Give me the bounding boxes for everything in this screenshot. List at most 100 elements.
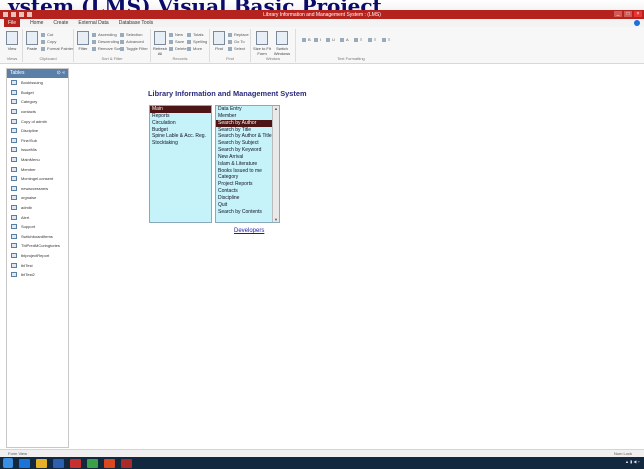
system-tray[interactable]: ▲ ▮ ◀ ⌁ <box>625 459 640 464</box>
nav-item[interactable]: orgnaise <box>7 193 68 203</box>
nav-item[interactable]: newaccessnew <box>7 184 68 194</box>
nav-item[interactable]: tblTest <box>7 260 68 270</box>
filter-button[interactable]: Filter <box>76 31 90 51</box>
list-item[interactable]: Circulation <box>150 120 211 127</box>
nav-item[interactable]: BookIssuing <box>7 78 68 88</box>
powerpoint-taskbar-icon[interactable] <box>104 458 115 468</box>
go-to-button[interactable]: Go To <box>228 39 245 44</box>
list-item[interactable]: Search by Contents <box>216 209 279 216</box>
list-item[interactable]: Books Issued to me <box>216 168 279 175</box>
list-item[interactable]: Islam & Literature <box>216 161 279 168</box>
minimize-button[interactable]: _ <box>614 11 622 17</box>
tab-file[interactable]: File <box>4 19 21 27</box>
switch-windows-button[interactable]: Switch Windows <box>273 31 291 56</box>
tab-home[interactable]: Home <box>30 20 43 26</box>
nav-item[interactable]: Discipline <box>7 126 68 136</box>
list-item[interactable]: Search by Author & Title <box>216 133 279 140</box>
toggle-filter-button[interactable]: Toggle Filter <box>120 46 148 51</box>
select-button[interactable]: Select <box>228 46 245 51</box>
access-taskbar-icon[interactable] <box>121 458 132 468</box>
cut-button[interactable]: Cut <box>41 32 53 37</box>
nav-item[interactable]: Support <box>7 222 68 232</box>
more-button[interactable]: More <box>187 46 202 51</box>
submenu-scrollbar[interactable]: ▲ ▼ <box>272 106 279 222</box>
chrome-taskbar-icon[interactable] <box>87 458 98 468</box>
ascending-button[interactable]: Ascending <box>92 32 117 37</box>
tab-create[interactable]: Create <box>53 20 68 26</box>
refresh-all-button[interactable]: Refresh All <box>153 31 167 56</box>
nav-item[interactable]: contacts <box>7 107 68 117</box>
list-item[interactable]: Discipline <box>216 195 279 202</box>
nav-item[interactable]: Category <box>7 97 68 107</box>
word-taskbar-icon[interactable] <box>53 458 64 468</box>
list-item[interactable]: Main <box>150 106 211 113</box>
replace-button[interactable]: Replace <box>228 32 249 37</box>
nav-item[interactable]: tblTest2 <box>7 270 68 280</box>
list-item[interactable]: Stocktaking <box>150 140 211 147</box>
advanced-button[interactable]: Advanced <box>120 39 144 44</box>
list-item[interactable]: Category <box>216 174 279 181</box>
tab-database-tools[interactable]: Database Tools <box>119 20 153 26</box>
nav-pane-collapse-icon[interactable]: ⊙ « <box>57 69 65 78</box>
list-item[interactable]: Search by Author <box>216 119 279 127</box>
nav-item[interactable]: SwitchboardItems <box>7 232 68 242</box>
nav-item[interactable]: TblPredMCoringtories <box>7 241 68 251</box>
menu-listbox[interactable]: Main Reports Circulation Budget Spine Lable … <box>149 105 212 223</box>
nav-item[interactable]: MainMenu <box>7 155 68 165</box>
nav-item[interactable]: Budget <box>7 88 68 98</box>
format-painter-button[interactable]: Format Painter <box>41 46 73 51</box>
copy-button[interactable]: Copy <box>41 39 56 44</box>
scroll-down-icon[interactable]: ▼ <box>274 217 278 222</box>
list-item[interactable]: Budget <box>150 127 211 134</box>
align-center-button[interactable]: ≡ <box>368 37 376 42</box>
submenu-listbox[interactable]: Data Entry Member Search by Author Search b… <box>215 105 280 223</box>
selection-button[interactable]: Selection <box>120 32 142 37</box>
align-right-button[interactable]: ≡ <box>382 37 390 42</box>
save-record-button[interactable]: Save <box>169 39 184 44</box>
media-taskbar-icon[interactable] <box>70 458 81 468</box>
nav-item[interactable]: Alert <box>7 212 68 222</box>
nav-item[interactable]: IssueMis <box>7 145 68 155</box>
underline-button[interactable]: U <box>326 37 335 42</box>
bold-button[interactable]: B <box>302 37 311 42</box>
list-item[interactable]: Search by Keyword <box>216 147 279 154</box>
delete-record-button[interactable]: Delete <box>169 46 187 51</box>
nav-item[interactable]: admib <box>7 203 68 213</box>
developers-link[interactable]: Developers <box>234 228 264 234</box>
list-item[interactable]: Search by Subject <box>216 140 279 147</box>
explorer-taskbar-icon[interactable] <box>36 458 47 468</box>
nav-item[interactable]: tblprojectReport <box>7 251 68 261</box>
help-icon[interactable] <box>634 20 640 26</box>
list-item[interactable]: New Arrival <box>216 154 279 161</box>
view-button[interactable]: View <box>5 31 19 51</box>
size-to-fit-form-button[interactable]: Size to Fit Form <box>253 31 271 56</box>
totals-button[interactable]: Totals <box>187 32 203 37</box>
paste-button[interactable]: Paste <box>25 31 39 51</box>
nav-item[interactable]: Fine/Sub <box>7 136 68 146</box>
nav-item[interactable]: Mcmingel.consent <box>7 174 68 184</box>
remove-sort-button[interactable]: Remove Sort <box>92 46 121 51</box>
list-item[interactable]: Data Entry <box>216 106 279 113</box>
descending-button[interactable]: Descending <box>92 39 119 44</box>
maximize-button[interactable]: □ <box>624 11 632 17</box>
list-item[interactable]: Member <box>216 113 279 120</box>
spelling-button[interactable]: Spelling <box>187 39 207 44</box>
list-item[interactable]: Reports <box>150 113 211 120</box>
tab-external-data[interactable]: External Data <box>78 20 108 26</box>
nav-pane-header[interactable]: Tables ⊙ « <box>7 69 68 78</box>
nav-item[interactable]: Copy of admib <box>7 116 68 126</box>
list-item[interactable]: Quit <box>216 202 279 209</box>
list-item[interactable]: Contacts <box>216 188 279 195</box>
ie-taskbar-icon[interactable] <box>19 458 30 468</box>
italic-button[interactable]: I <box>314 37 321 42</box>
start-button[interactable] <box>3 458 13 468</box>
list-item[interactable]: Search by Title <box>216 127 279 134</box>
list-item[interactable]: Project Reports <box>216 181 279 188</box>
find-button[interactable]: Find <box>212 31 226 51</box>
nav-item[interactable]: Member <box>7 164 68 174</box>
font-color-button[interactable]: A <box>340 37 349 42</box>
list-item[interactable]: Spine Lable & Acc. Reg. <box>150 133 211 140</box>
new-record-button[interactable]: New <box>169 32 183 37</box>
scroll-up-icon[interactable]: ▲ <box>274 106 278 111</box>
close-button[interactable]: × <box>634 11 642 17</box>
